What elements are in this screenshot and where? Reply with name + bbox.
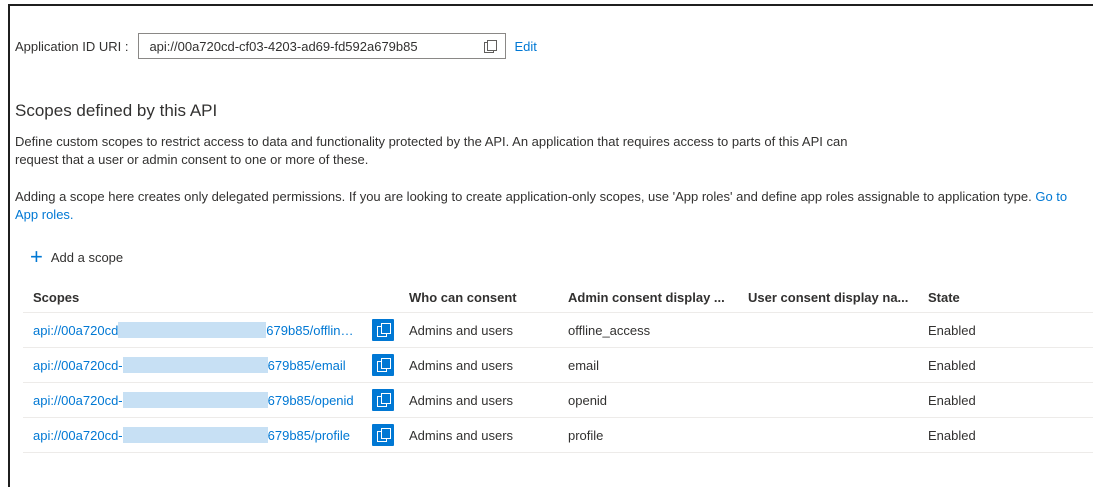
scope-prefix: api://00a720cd- [33,392,123,408]
copy-cell [372,354,409,376]
scope-link[interactable]: api://00a720cd- 679b85/openid [33,392,354,408]
redacted-segment [118,322,267,338]
who-can-consent-cell: Admins and users [409,322,514,338]
who-can-consent-cell: Admins and users [409,392,514,408]
edit-link[interactable]: Edit [514,39,536,54]
table-row[interactable]: api://00a720cd- 679b85/profile Admins an… [23,418,1093,453]
application-id-field[interactable]: api://00a720cd-cf03-4203-ad69-fd592a679b… [138,33,507,59]
scope-link[interactable]: api://00a720cd- 679b85/profile [33,427,350,443]
table-row[interactable]: api://00a720cd- 679b85/openid Admins and… [23,383,1093,418]
admin-consent-cell: openid [568,392,608,408]
redacted-segment [122,357,268,373]
plus-icon: + [30,244,43,269]
scope-prefix: api://00a720cd- [33,427,123,443]
column-header-admin-consent[interactable]: Admin consent display ... [568,290,748,305]
state-cell: Enabled [928,357,976,373]
copy-icon[interactable] [372,389,394,411]
scope-cell: api://00a720cd- 679b85/profile [23,427,372,443]
scopes-description: Define custom scopes to restrict access … [15,134,848,167]
add-scope-label: Add a scope [50,249,124,265]
table-row[interactable]: api://00a720cd 679b85/offlin… Admins and… [23,313,1093,348]
column-header-user-consent[interactable]: User consent display na... [748,290,928,305]
copy-icon[interactable] [372,319,394,341]
scope-cell: api://00a720cd 679b85/offlin… [23,322,372,338]
admin-consent-cell: offline_access [568,322,651,338]
table-header: Scopes Who can consent Admin consent dis… [23,282,1093,313]
admin-consent-cell: profile [568,427,604,443]
scope-suffix: 679b85/openid [267,392,354,408]
scope-prefix: api://00a720cd- [33,357,123,373]
copy-icon[interactable] [372,424,394,446]
scope-suffix: 679b85/email [267,357,346,373]
admin-consent-cell: email [568,357,600,373]
table-row[interactable]: api://00a720cd- 679b85/email Admins and … [23,348,1093,383]
scopes-table: Scopes Who can consent Admin consent dis… [23,282,1093,453]
copy-cell [372,319,409,341]
column-header-state[interactable]: State [928,290,1048,305]
scope-suffix: 679b85/offlin… [266,322,354,338]
app-roles-description: Adding a scope here creates only delegat… [15,188,1080,224]
scope-prefix: api://00a720cd [33,322,119,338]
app-roles-text: Adding a scope here creates only delegat… [15,189,1036,204]
copy-cell [372,389,409,411]
application-id-value: api://00a720cd-cf03-4203-ad69-fd592a679b… [149,38,418,54]
who-can-consent-cell: Admins and users [409,427,514,443]
copy-icon[interactable] [372,354,394,376]
application-id-row: Application ID URI : api://00a720cd-cf03… [15,33,537,59]
scope-cell: api://00a720cd- 679b85/email [23,357,372,373]
scope-link[interactable]: api://00a720cd 679b85/offlin… [33,322,354,338]
copy-cell [372,424,409,446]
scope-link[interactable]: api://00a720cd- 679b85/email [33,357,346,373]
who-can-consent-cell: Admins and users [409,357,514,373]
redacted-segment [122,427,268,443]
column-header-who-can-consent[interactable]: Who can consent [409,290,568,305]
section-title: Scopes defined by this API [15,101,218,120]
application-id-label: Application ID URI : [15,38,129,54]
state-cell: Enabled [928,427,976,443]
column-header-scopes[interactable]: Scopes [23,290,372,305]
scope-suffix: 679b85/profile [267,427,351,443]
copy-icon[interactable] [484,39,498,53]
state-cell: Enabled [928,322,976,338]
scope-cell: api://00a720cd- 679b85/openid [23,392,372,408]
state-cell: Enabled [928,392,976,408]
add-scope-button[interactable]: + Add a scope [30,244,124,269]
redacted-segment [122,392,268,408]
